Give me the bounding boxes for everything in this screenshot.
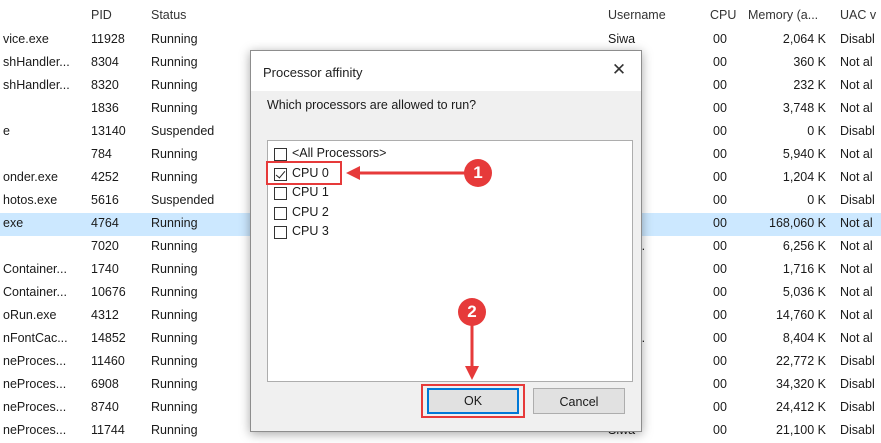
arrow-1-head (346, 166, 360, 180)
step-badge-2: 2 (458, 298, 486, 326)
step-badge-1: 1 (464, 159, 492, 187)
arrow-2-head (465, 366, 479, 380)
annotation-arrows (346, 166, 479, 380)
